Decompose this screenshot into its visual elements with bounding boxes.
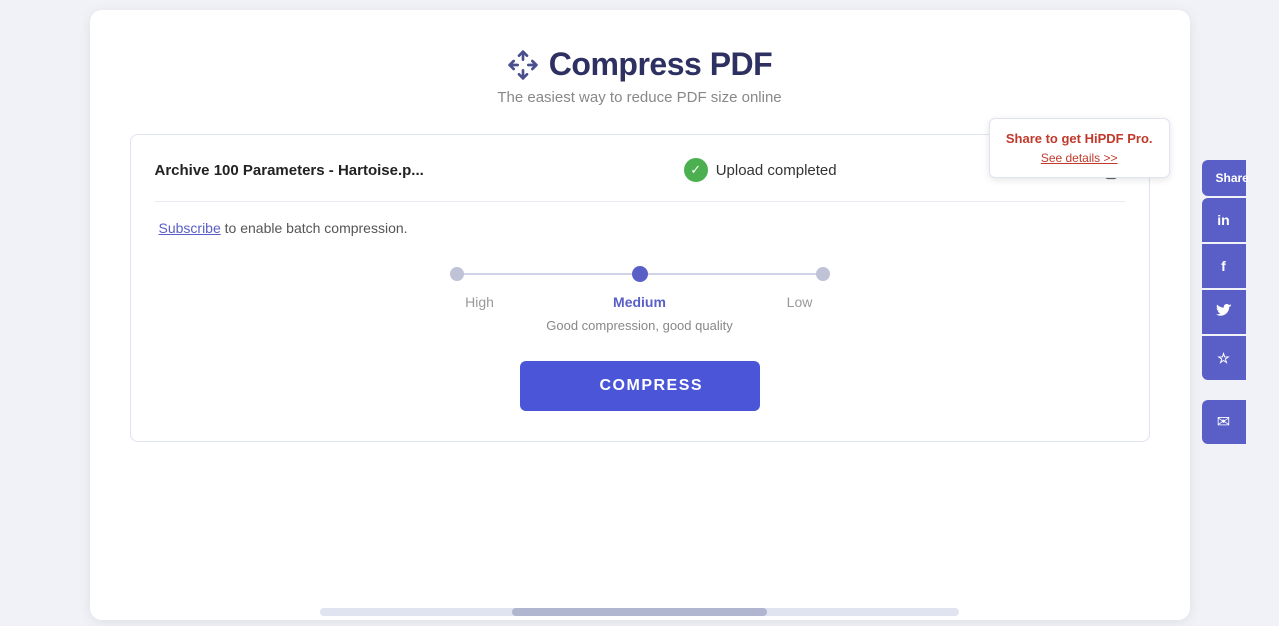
file-header: Archive 100 Parameters - Hartoise.p... ✓… [155, 155, 1125, 202]
label-high: High [450, 294, 510, 310]
main-card: Share to get HiPDF Pro. See details >> S… [90, 10, 1190, 620]
slider-line-right [648, 273, 816, 275]
page-title-row: Compress PDF [507, 46, 772, 83]
promo-link[interactable]: See details >> [1041, 151, 1118, 165]
slider-dot-low[interactable] [816, 267, 830, 281]
page-title-area: Compress PDF The easiest way to reduce P… [130, 46, 1150, 106]
promo-tooltip: Share to get HiPDF Pro. See details >> [989, 118, 1170, 178]
share-panel: Share in f ☆ ✉ [1202, 160, 1246, 444]
promo-title: Share to get HiPDF Pro. [1006, 131, 1153, 146]
batch-notice: Subscribe to enable batch compression. [159, 220, 1125, 236]
twitter-icon [1216, 304, 1232, 320]
compress-pdf-icon [507, 49, 539, 81]
email-button[interactable]: ✉ [1202, 400, 1246, 444]
slider-track[interactable] [450, 266, 830, 282]
slider-dot-medium[interactable] [632, 266, 648, 282]
check-icon: ✓ [684, 158, 708, 182]
batch-notice-text: to enable batch compression. [221, 220, 408, 236]
upload-status: ✓ Upload completed [684, 158, 837, 182]
slider-dot-high[interactable] [450, 267, 464, 281]
page-title: Compress PDF [549, 46, 772, 83]
compress-button[interactable]: COMPRESS [520, 361, 760, 411]
main-container: Share to get HiPDF Pro. See details >> S… [0, 0, 1279, 626]
twitter-button[interactable] [1202, 290, 1246, 334]
file-name: Archive 100 Parameters - Hartoise.p... [155, 162, 424, 179]
upload-status-text: Upload completed [716, 162, 837, 179]
label-low: Low [770, 294, 830, 310]
facebook-button[interactable]: f [1202, 244, 1246, 288]
star-button[interactable]: ☆ [1202, 336, 1246, 380]
scrollbar-thumb [512, 608, 768, 616]
social-buttons: in f ☆ [1202, 198, 1246, 380]
linkedin-button[interactable]: in [1202, 198, 1246, 242]
compression-description: Good compression, good quality [546, 318, 732, 333]
slider-labels: High Medium Low [450, 294, 830, 310]
page-subtitle: The easiest way to reduce PDF size onlin… [497, 89, 781, 106]
label-medium: Medium [610, 294, 670, 310]
compression-slider-area: High Medium Low Good compression, good q… [155, 266, 1125, 333]
slider-line-left [464, 273, 632, 275]
subscribe-link[interactable]: Subscribe [159, 220, 221, 236]
file-panel: Archive 100 Parameters - Hartoise.p... ✓… [130, 134, 1150, 442]
bottom-scrollbar[interactable] [320, 608, 959, 616]
share-button[interactable]: Share [1202, 160, 1246, 196]
